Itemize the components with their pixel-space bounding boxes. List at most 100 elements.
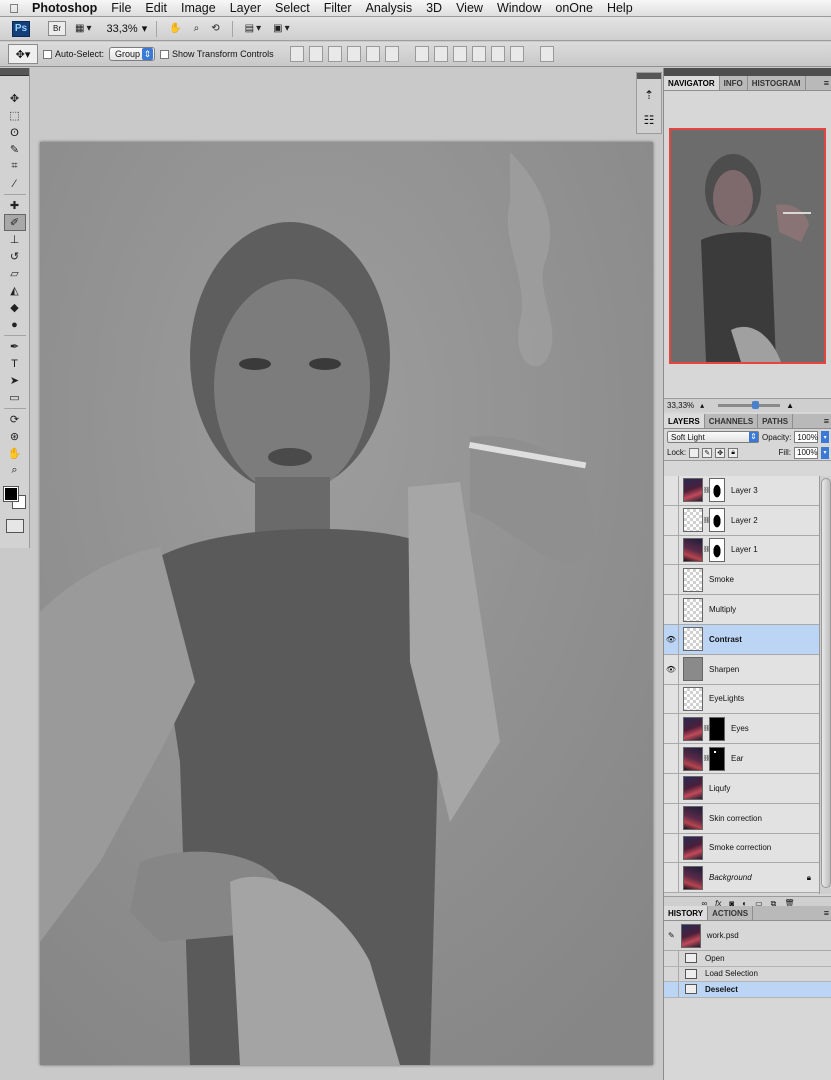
tab-layers[interactable]: LAYERS xyxy=(664,414,705,428)
menu-app-photoshop[interactable]: Photoshop xyxy=(28,1,104,15)
panel-menu-icon[interactable]: ≡ xyxy=(821,906,831,920)
align-right-button[interactable] xyxy=(384,46,399,62)
opacity-dropdown-icon[interactable]: ▾ xyxy=(821,431,829,443)
layer-mask-thumbnail[interactable] xyxy=(709,537,725,562)
distribute-horizontal-center-button[interactable] xyxy=(490,46,505,62)
align-bottom-button[interactable] xyxy=(327,46,342,62)
layer-row[interactable]: ⛓ Eyes xyxy=(664,714,819,745)
move-tool-icon[interactable]: ✥ xyxy=(4,90,26,107)
menu-view[interactable]: View xyxy=(449,1,490,15)
history-snapshot[interactable]: ✎ work.psd xyxy=(664,921,831,951)
visibility-toggle[interactable] xyxy=(664,565,679,595)
layer-mask-thumbnail[interactable] xyxy=(709,746,725,771)
type-tool-icon[interactable]: T xyxy=(4,355,26,372)
fill-dropdown-icon[interactable]: ▾ xyxy=(821,446,829,459)
distribute-bottom-button[interactable] xyxy=(452,46,467,62)
visibility-toggle[interactable] xyxy=(664,535,679,565)
eyedropper-tool-icon[interactable]: ⁄ xyxy=(4,175,26,192)
3d-orbit-tool-icon[interactable]: ⊛ xyxy=(4,428,26,445)
align-horizontal-center-button[interactable] xyxy=(365,46,380,62)
rotate-view-button[interactable]: ⟲ xyxy=(208,21,222,37)
layer-row[interactable]: ⛓ Layer 3 xyxy=(664,476,819,506)
distribute-vertical-center-button[interactable] xyxy=(433,46,448,62)
history-brush-source-box[interactable] xyxy=(664,966,679,981)
visibility-toggle[interactable] xyxy=(664,505,679,535)
opacity-input[interactable]: 100% xyxy=(794,431,819,443)
navigator-preview[interactable] xyxy=(669,128,826,364)
visibility-toggle[interactable] xyxy=(664,803,679,833)
stack-icon[interactable]: ☷ xyxy=(640,111,658,129)
document-canvas[interactable] xyxy=(40,142,653,1065)
layer-row[interactable]: Skin correction xyxy=(664,803,819,834)
3d-rotate-tool-icon[interactable]: ⟳ xyxy=(4,411,26,428)
shape-tool-icon[interactable]: ▭ xyxy=(4,389,26,406)
dock-header[interactable] xyxy=(637,73,661,79)
lock-all-icon[interactable]: 🔒︎ xyxy=(728,447,739,458)
tab-paths[interactable]: PATHS xyxy=(758,414,794,428)
history-step[interactable]: Load Selection xyxy=(664,966,831,982)
stamp-tool-icon[interactable]: ⊥ xyxy=(4,231,26,248)
lock-transparency-icon[interactable] xyxy=(689,447,700,458)
layer-row[interactable]: Smoke correction xyxy=(664,833,819,864)
menu-select[interactable]: Select xyxy=(268,1,317,15)
tab-history[interactable]: HISTORY xyxy=(664,906,709,920)
show-transform-option[interactable]: Show Transform Controls xyxy=(160,49,274,59)
visibility-toggle[interactable] xyxy=(664,714,679,744)
menu-edit[interactable]: Edit xyxy=(138,1,174,15)
tab-channels[interactable]: CHANNELS xyxy=(705,414,759,428)
dodge-tool-icon[interactable]: ● xyxy=(4,316,26,333)
menu-help[interactable]: Help xyxy=(600,1,640,15)
path-select-tool-icon[interactable]: ➤ xyxy=(4,372,26,389)
layer-row[interactable]: 👁︎ Contrast xyxy=(664,624,819,655)
menu-filter[interactable]: Filter xyxy=(317,1,359,15)
auto-align-layers-button[interactable] xyxy=(539,46,554,62)
pen-tool-icon[interactable]: ✒ xyxy=(4,338,26,355)
hand-tool-icon[interactable]: ✋ xyxy=(4,445,26,462)
color-swatches[interactable] xyxy=(2,483,28,511)
distribute-left-button[interactable] xyxy=(471,46,486,62)
menu-layer[interactable]: Layer xyxy=(223,1,268,15)
panel-menu-icon[interactable]: ≡ xyxy=(821,414,831,428)
tab-actions[interactable]: ACTIONS xyxy=(708,906,754,920)
arrange-documents-button[interactable]: ▤ ▾ xyxy=(242,21,264,37)
layer-row[interactable]: ⛓ Ear xyxy=(664,744,819,774)
zoom-level-dropdown[interactable]: 33,3% ▾ xyxy=(106,22,147,36)
zoom-in-icon[interactable]: ▲ xyxy=(786,401,794,410)
history-brush-source-icon[interactable]: ✎ xyxy=(668,931,675,940)
lasso-tool-icon[interactable]: ʘ xyxy=(4,124,26,141)
panel-menu-icon[interactable]: ≡ xyxy=(821,76,831,90)
blur-tool-icon[interactable]: ◆ xyxy=(4,299,26,316)
menu-analysis[interactable]: Analysis xyxy=(359,1,420,15)
align-left-button[interactable] xyxy=(346,46,361,62)
auto-select-option[interactable]: Auto-Select: xyxy=(43,49,104,59)
usb-icon[interactable]: ⇡ xyxy=(640,86,658,104)
slider-knob[interactable] xyxy=(752,401,760,409)
layer-mask-thumbnail[interactable] xyxy=(709,478,725,503)
layer-row[interactable]: 👁︎ Sharpen xyxy=(664,654,819,685)
gradient-tool-icon[interactable]: ◭ xyxy=(4,282,26,299)
navigator-zoom-value[interactable]: 33,33% xyxy=(667,401,694,410)
history-step[interactable]: Deselect xyxy=(664,982,831,998)
show-transform-checkbox[interactable] xyxy=(160,49,170,59)
lock-image-icon[interactable]: ✎ xyxy=(702,447,713,458)
crop-tool-icon[interactable]: ⌗ xyxy=(4,158,26,175)
layer-row[interactable]: Background 🔒︎ xyxy=(664,863,819,894)
navigator-zoom-slider[interactable] xyxy=(718,401,781,409)
layer-row[interactable]: ⛓ Layer 2 xyxy=(664,505,819,536)
align-vertical-center-button[interactable] xyxy=(308,46,323,62)
zoom-out-icon[interactable]: ▴ xyxy=(700,401,704,410)
auto-select-dropdown[interactable]: Group xyxy=(109,47,156,61)
quick-mask-button[interactable] xyxy=(5,519,24,533)
tab-info[interactable]: INFO xyxy=(720,76,748,90)
history-brush-source-box[interactable] xyxy=(664,982,679,997)
menu-window[interactable]: Window xyxy=(490,1,548,15)
visibility-toggle[interactable]: 👁︎ xyxy=(664,624,679,654)
zoom-tool-button[interactable]: ⌕ xyxy=(191,21,203,37)
layer-row[interactable]: Multiply xyxy=(664,595,819,625)
distribute-top-button[interactable] xyxy=(414,46,429,62)
layer-row[interactable]: EyeLights xyxy=(664,684,819,715)
eraser-tool-icon[interactable]: ▱ xyxy=(4,265,26,282)
fill-input[interactable]: 100% xyxy=(794,446,818,459)
menu-file[interactable]: File xyxy=(104,1,138,15)
menu-onone[interactable]: onOne xyxy=(548,1,600,15)
